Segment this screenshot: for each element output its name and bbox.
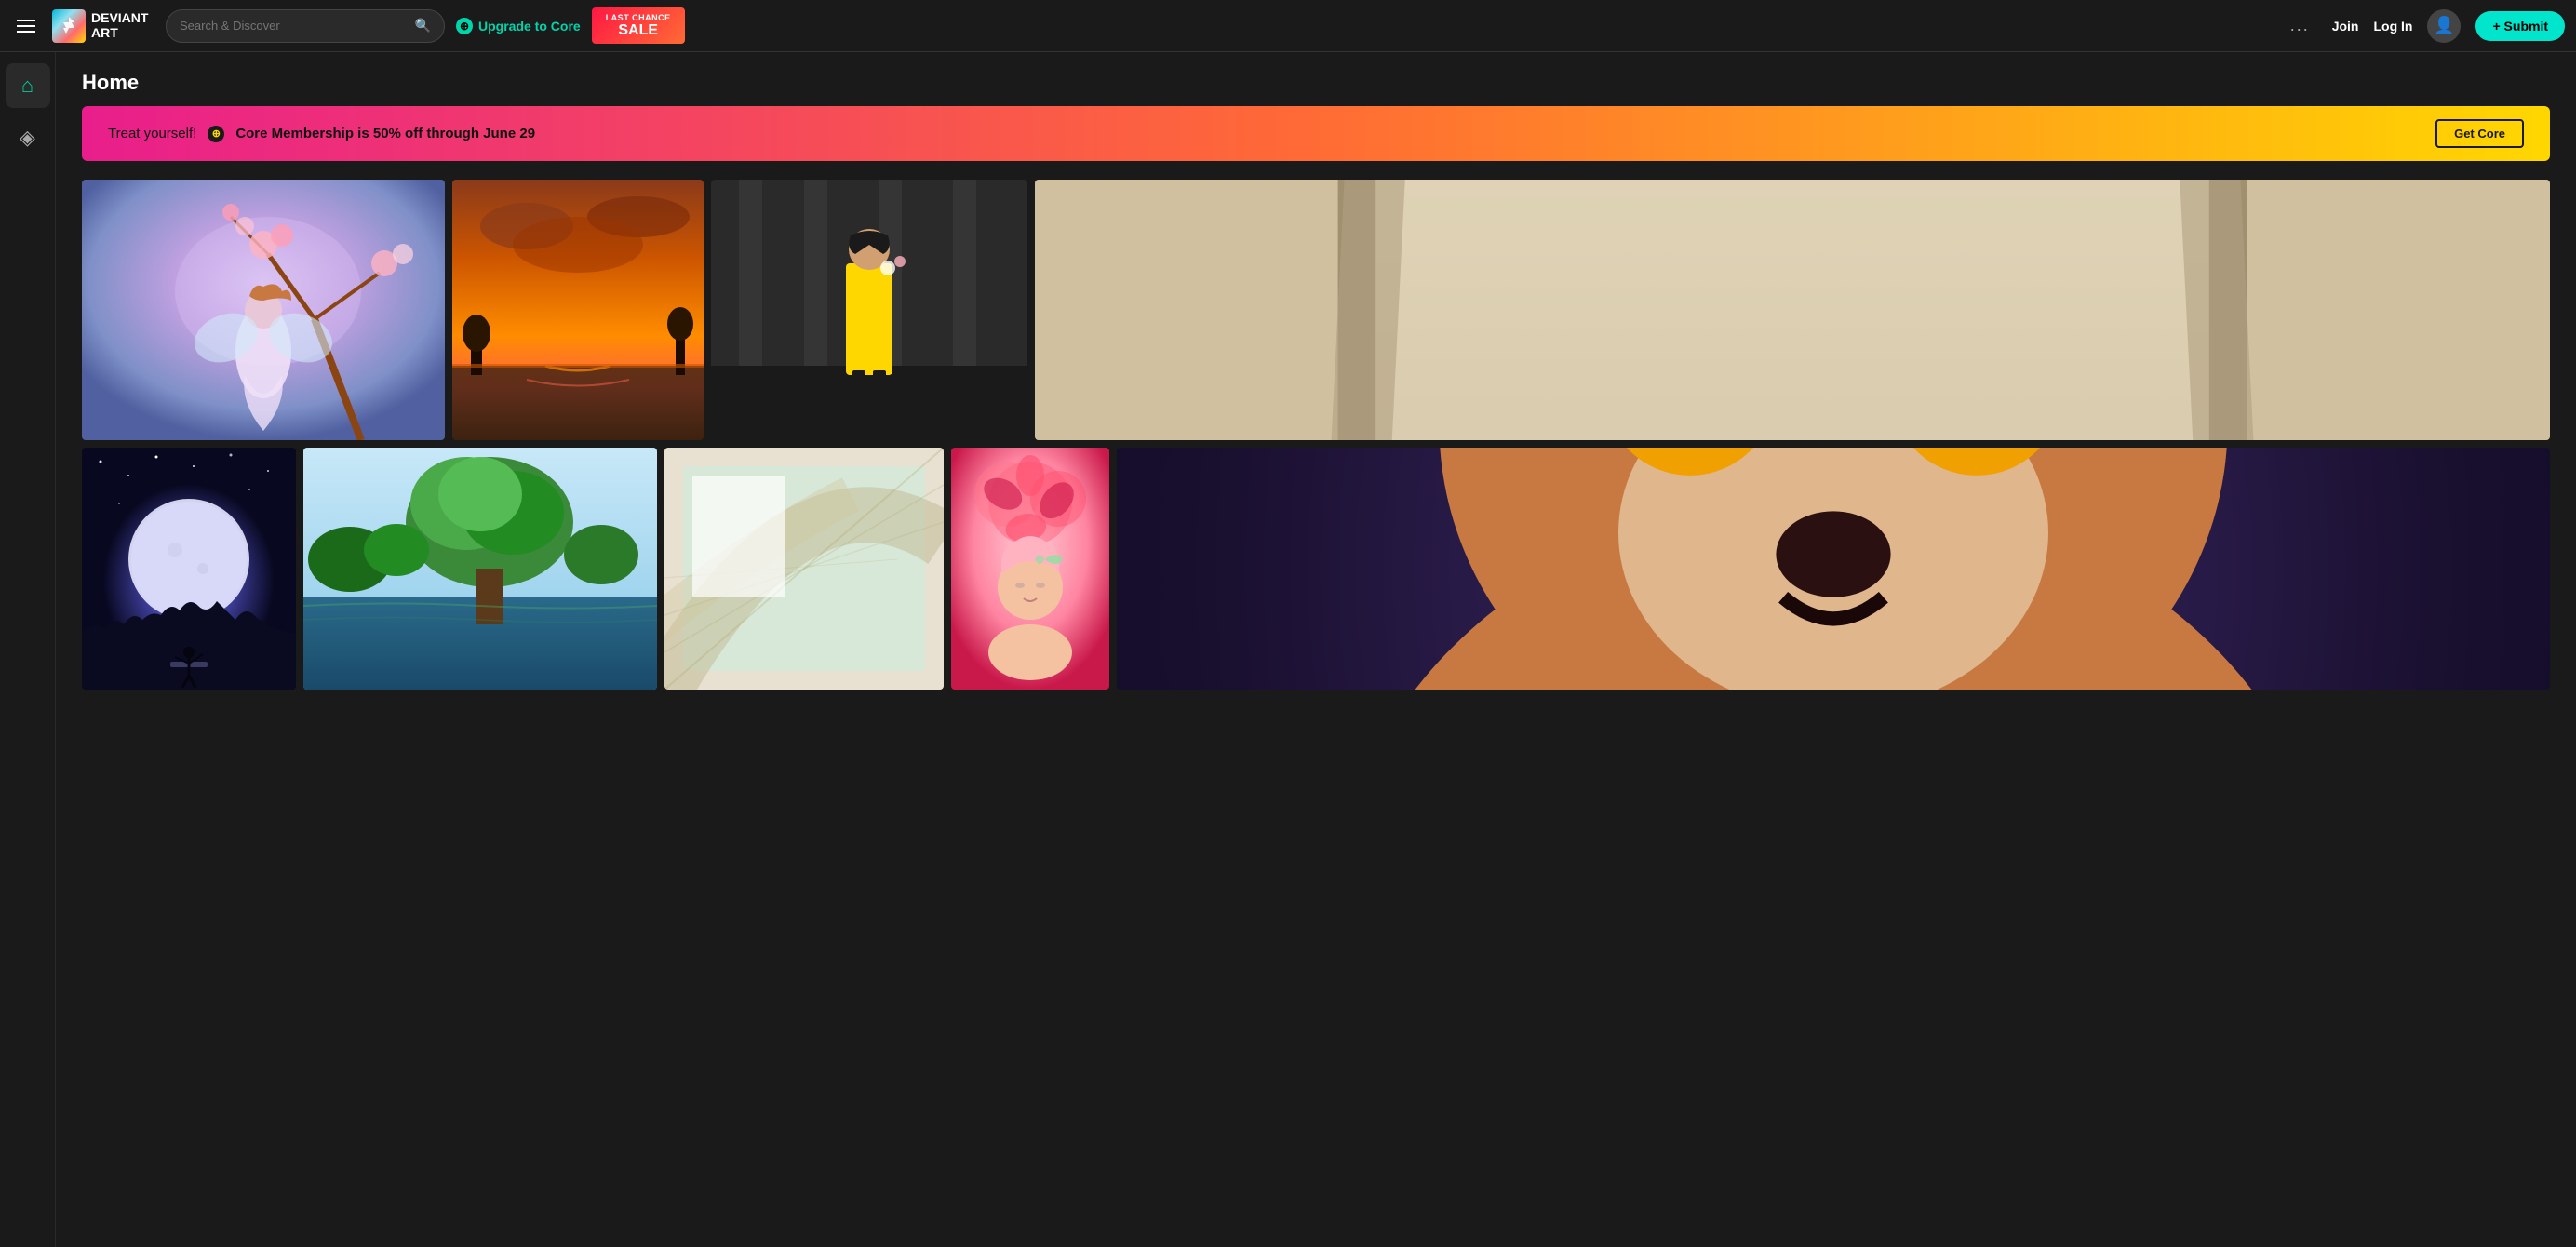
promo-highlight: Core Membership is 50% off through June … xyxy=(235,126,535,141)
join-button[interactable]: Join xyxy=(2332,19,2359,34)
gallery-row-1 xyxy=(82,180,2550,440)
sale-main-text: SALE xyxy=(605,22,672,39)
header-right: ... Join Log In 👤 + Submit xyxy=(2283,9,2565,43)
gallery-item-fox[interactable] xyxy=(1117,448,2550,690)
gallery-item-sunset[interactable] xyxy=(452,180,704,440)
promo-core-icon: ⊕ xyxy=(208,126,224,142)
sidebar-item-home[interactable]: ⌂ xyxy=(6,63,50,108)
page-header: Home xyxy=(56,52,2576,106)
gallery-row-2 xyxy=(82,448,2550,690)
promo-banner: Treat yourself! ⊕ Core Membership is 50%… xyxy=(82,106,2550,161)
search-bar: 🔍 xyxy=(166,9,445,43)
sale-last-chance-text: LAST CHANCE xyxy=(605,13,672,22)
avatar-button[interactable]: 👤 xyxy=(2427,9,2461,43)
gallery xyxy=(56,180,2576,690)
logo-link[interactable]: DEVIANT ART xyxy=(52,9,154,43)
avatar-icon: 👤 xyxy=(2434,16,2454,35)
hamburger-menu-button[interactable] xyxy=(11,14,41,38)
search-input[interactable] xyxy=(180,19,408,33)
gallery-item-floral-girl[interactable] xyxy=(951,448,1109,690)
main-layout: ⌂ ◈ Home Treat yourself! ⊕ Core Membersh… xyxy=(0,52,2576,1247)
submit-button[interactable]: + Submit xyxy=(2475,11,2565,41)
core-icon: ⊕ xyxy=(456,18,473,34)
upgrade-to-core-button[interactable]: ⊕ Upgrade to Core xyxy=(456,18,581,34)
sidebar: ⌂ ◈ xyxy=(0,52,56,1247)
more-options-button[interactable]: ... xyxy=(2283,12,2317,39)
watch-icon: ◈ xyxy=(20,126,35,150)
login-button[interactable]: Log In xyxy=(2373,19,2412,34)
search-icon: 🔍 xyxy=(415,18,431,34)
page-title: Home xyxy=(82,71,2550,95)
header: DEVIANT ART 🔍 ⊕ Upgrade to Core LAST CHA… xyxy=(0,0,2576,52)
sale-banner[interactable]: LAST CHANCE SALE xyxy=(592,7,685,45)
logo-text: DEVIANT ART xyxy=(91,11,148,40)
gallery-item-moon-yoga[interactable] xyxy=(82,448,296,690)
home-icon: ⌂ xyxy=(21,74,34,98)
gallery-item-fairy[interactable] xyxy=(82,180,445,440)
gallery-item-forest-lake[interactable] xyxy=(303,448,657,690)
gallery-item-window[interactable] xyxy=(1035,180,2550,440)
gallery-item-urban-girl[interactable] xyxy=(711,180,1027,440)
logo-icon xyxy=(52,9,86,43)
promo-text: Treat yourself! xyxy=(108,126,196,141)
main-content: Home Treat yourself! ⊕ Core Membership i… xyxy=(56,52,2576,1247)
gallery-item-architecture[interactable] xyxy=(664,448,944,690)
get-core-button[interactable]: Get Core xyxy=(2435,119,2524,148)
sidebar-item-watch[interactable]: ◈ xyxy=(6,115,50,160)
